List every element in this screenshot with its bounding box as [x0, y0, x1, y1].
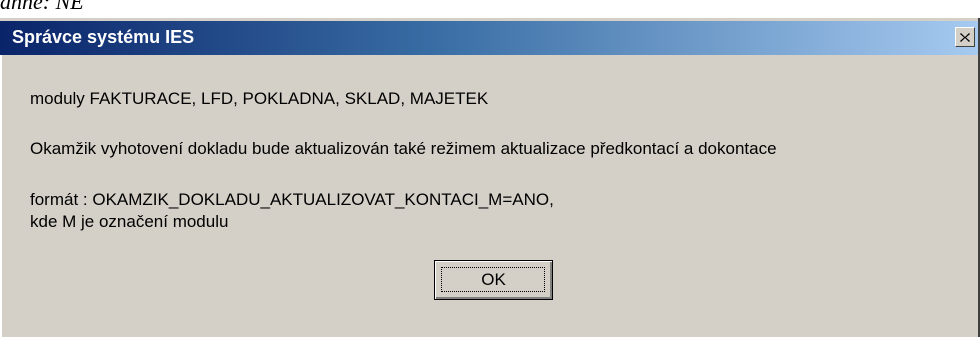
document-text-fragment: ahne: NE	[0, 0, 84, 14]
message-line-module-note: kde M je označení modulu	[30, 212, 229, 231]
document-background: ahne: NE	[0, 0, 980, 18]
dialog-titlebar[interactable]: Správce systému IES	[0, 21, 978, 55]
message-line-format: formát : OKAMZIK_DOKLADU_AKTUALIZOVAT_KO…	[30, 190, 554, 209]
close-button[interactable]	[955, 27, 975, 47]
ok-button[interactable]: OK	[434, 260, 553, 300]
dialog-left-border	[0, 55, 2, 337]
message-line-modules: moduly FAKTURACE, LFD, POKLADNA, SKLAD, …	[30, 89, 489, 108]
close-icon	[960, 32, 970, 42]
message-dialog: Správce systému IES moduly FAKTURACE, LF…	[0, 18, 980, 337]
ok-button-label: OK	[481, 270, 506, 289]
message-line-description: Okamžik vyhotovení dokladu bude aktualiz…	[30, 139, 777, 158]
dialog-title: Správce systému IES	[12, 27, 195, 47]
